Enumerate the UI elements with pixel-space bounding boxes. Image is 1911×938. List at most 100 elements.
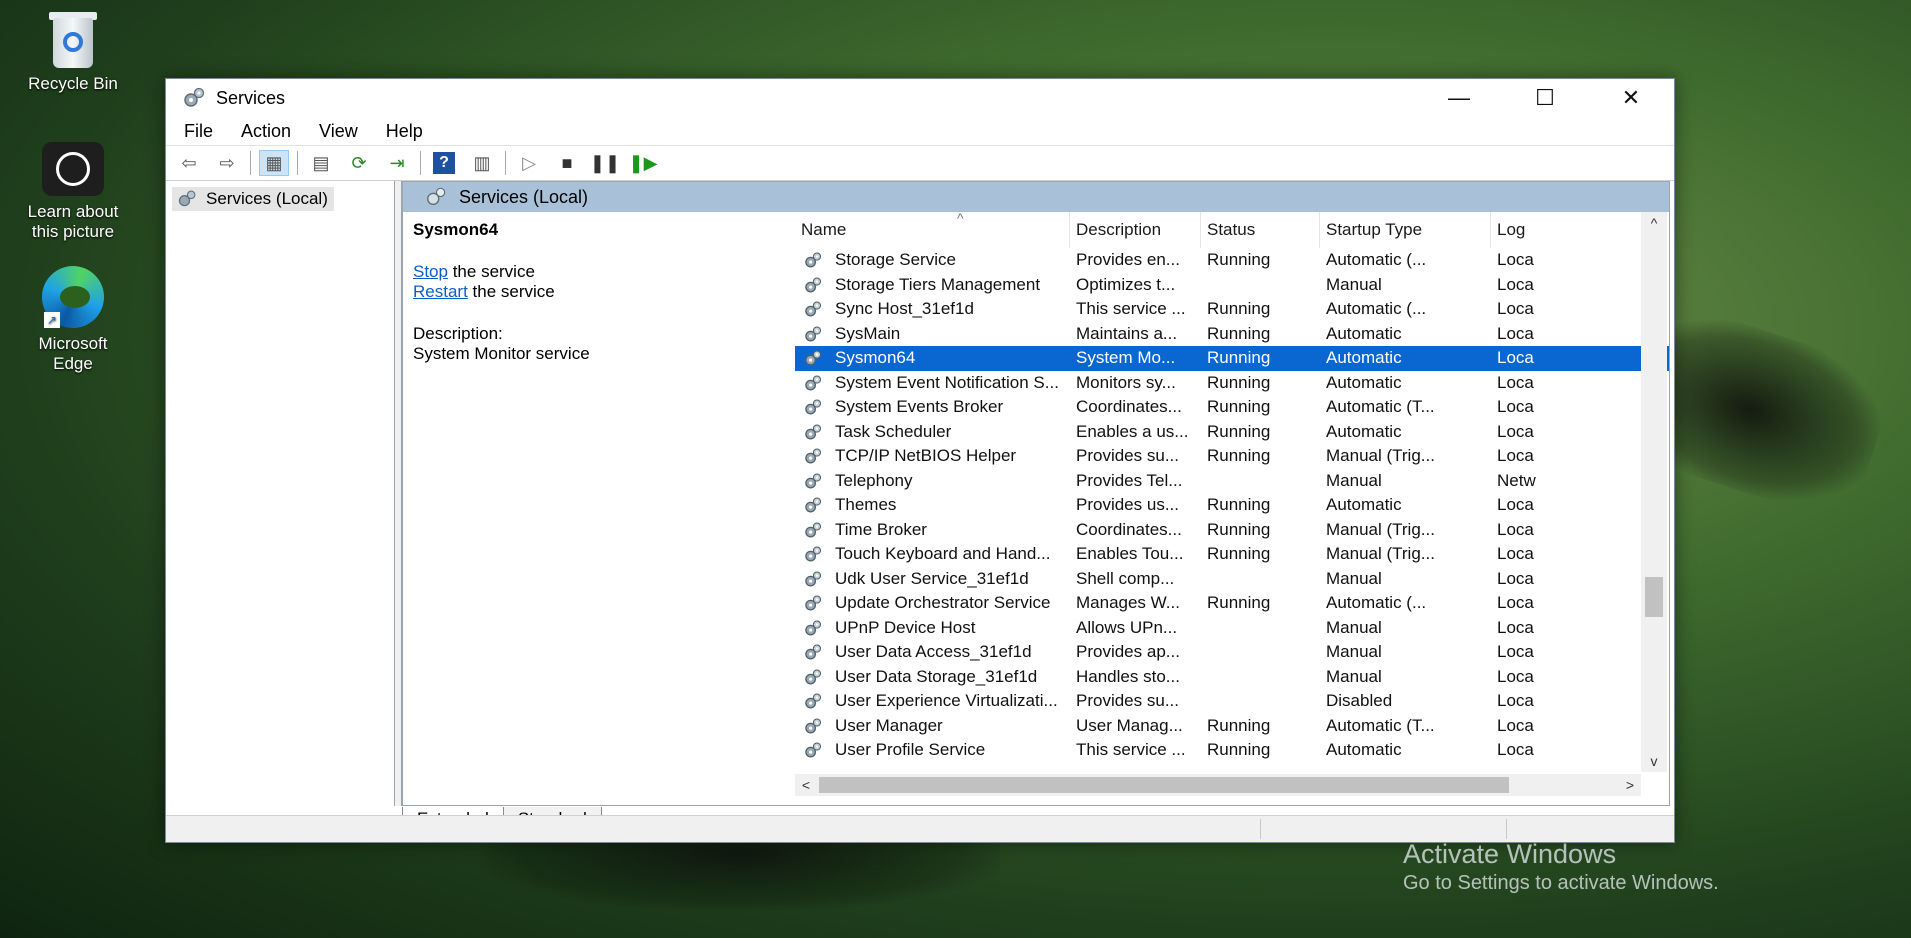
table-row[interactable]: TCP/IP NetBIOS Helper Provides su... Runni…: [795, 444, 1669, 469]
menu-help[interactable]: Help: [386, 121, 423, 142]
refresh-icon[interactable]: ⟳: [344, 150, 374, 176]
close-button[interactable]: ✕: [1588, 79, 1674, 117]
start-service-icon[interactable]: ▷: [514, 150, 544, 176]
cell-log-on-as: Loca: [1497, 250, 1534, 269]
restart-service-link[interactable]: Restart: [413, 282, 468, 301]
table-row[interactable]: System Events Broker Coordinates... Runnin…: [795, 395, 1669, 420]
cell-startup-type: Manual (Trig...: [1326, 544, 1435, 563]
table-row[interactable]: Update Orchestrator Service Manages W... R…: [795, 591, 1669, 616]
scroll-up-icon[interactable]: ^: [1641, 212, 1667, 234]
menu-view[interactable]: View: [319, 121, 358, 142]
cell-status: Running: [1207, 593, 1271, 612]
table-row[interactable]: Telephony Provides Tel... Manual Netw: [795, 469, 1669, 494]
help-icon[interactable]: ?: [429, 150, 459, 176]
cell-startup-type: Automatic: [1326, 495, 1402, 514]
cell-name: Task Scheduler: [835, 421, 952, 441]
horizontal-scrollbar[interactable]: < >: [795, 774, 1641, 796]
cell-status: Running: [1207, 446, 1271, 465]
table-row[interactable]: User Data Access_31ef1d Provides ap... Man…: [795, 640, 1669, 665]
properties-icon[interactable]: ▤: [306, 150, 336, 176]
table-row[interactable]: Time Broker Coordinates... Running Manual (…: [795, 518, 1669, 543]
cell-name: Storage Service: [835, 250, 956, 269]
cell-startup-type: Manual: [1326, 470, 1382, 490]
column-header-log-on-as[interactable]: Log: [1491, 212, 1551, 248]
column-header-label: Name: [801, 220, 847, 239]
scroll-left-icon[interactable]: <: [795, 774, 817, 796]
pane-splitter[interactable]: [395, 181, 402, 806]
column-header-description[interactable]: Description: [1070, 212, 1201, 248]
cell-log-on-as: Loca: [1497, 642, 1534, 661]
desktop-icon-edge[interactable]: ↗ Microsoft Edge: [8, 266, 138, 374]
table-row[interactable]: SysMain Maintains a... Running Automatic Loc…: [795, 322, 1669, 347]
stop-service-icon[interactable]: ■: [552, 150, 582, 176]
table-row[interactable]: Touch Keyboard and Hand... Enables Tou...…: [795, 542, 1669, 567]
cell-name: Sysmon64: [835, 348, 916, 367]
cell-startup-type: Automatic: [1326, 740, 1402, 759]
cell-description: Enables Tou...: [1076, 544, 1184, 563]
cell-startup-type: Manual: [1326, 617, 1382, 637]
cell-status: [1201, 273, 1320, 298]
table-row[interactable]: Task Scheduler Enables a us... Running Auto…: [795, 420, 1669, 445]
menu-file[interactable]: File: [184, 121, 213, 142]
table-row[interactable]: User Manager User Manag... Running Automati…: [795, 714, 1669, 739]
cell-startup-type: Automatic (...: [1326, 299, 1427, 318]
table-row[interactable]: Storage Tiers Management Optimizes t... Ma…: [795, 273, 1669, 298]
scroll-right-icon[interactable]: >: [1619, 774, 1641, 796]
table-row[interactable]: User Experience Virtualizati... Provides …: [795, 689, 1669, 714]
cell-status: [1201, 689, 1320, 714]
activate-title: Activate Windows: [1403, 839, 1617, 869]
column-header-status[interactable]: Status: [1201, 212, 1320, 248]
description-label: Description:: [413, 324, 503, 343]
cell-startup-type: Automatic (T...: [1326, 397, 1435, 416]
cell-log-on-as: Loca: [1497, 274, 1534, 294]
desktop-icon-label: Recycle Bin: [28, 74, 118, 93]
export-list-icon[interactable]: ⇥: [382, 150, 412, 176]
show-hide-console-tree-icon[interactable]: ▦: [259, 150, 289, 176]
cell-name: User Experience Virtualizati...: [835, 691, 1058, 710]
service-gear-icon: [805, 374, 822, 390]
desktop-icon-learn-about-picture[interactable]: Learn about this picture: [8, 142, 138, 242]
table-row[interactable]: Udk User Service_31ef1d Shell comp... Manu…: [795, 567, 1669, 592]
desktop-icon-label: Microsoft Edge: [38, 334, 108, 373]
restart-service-icon[interactable]: ❚▶: [628, 150, 658, 176]
stop-service-link[interactable]: Stop: [413, 262, 448, 281]
table-row[interactable]: Sync Host_31ef1d This service ... Running A…: [795, 297, 1669, 322]
table-row[interactable]: Themes Provides us... Running Automatic Loca: [795, 493, 1669, 518]
table-row[interactable]: UPnP Device Host Allows UPn... Manual Loca: [795, 616, 1669, 641]
cell-startup-type: Automatic: [1326, 421, 1402, 441]
vertical-scrollbar[interactable]: ^ v: [1641, 212, 1667, 772]
back-arrow-icon[interactable]: ⇦: [174, 150, 204, 176]
horizontal-scroll-thumb[interactable]: [819, 777, 1509, 793]
cell-name: User Data Access_31ef1d: [835, 642, 1032, 661]
table-row[interactable]: System Event Notification S... Monitors s…: [795, 371, 1669, 396]
menu-action[interactable]: Action: [241, 121, 291, 142]
cell-description: Allows UPn...: [1076, 617, 1178, 637]
table-row[interactable]: User Data Storage_31ef1d Handles sto... Ma…: [795, 665, 1669, 690]
activate-windows-watermark: Activate Windows Go to Settings to activ…: [1403, 838, 1719, 896]
forward-arrow-icon[interactable]: ⇨: [212, 150, 242, 176]
service-gear-icon: [805, 399, 822, 415]
services-window: Services — ☐ ✕ File Action View Help ⇦ ⇨…: [165, 78, 1675, 843]
desktop-icon-recycle-bin[interactable]: Recycle Bin: [8, 10, 138, 94]
minimize-button[interactable]: —: [1416, 79, 1502, 117]
vertical-scroll-thumb[interactable]: [1645, 577, 1663, 617]
shortcut-arrow-icon: ↗: [44, 312, 60, 328]
cell-status: [1201, 567, 1320, 592]
cell-status: Running: [1207, 397, 1271, 416]
table-row[interactable]: User Profile Service This service ... Runn…: [795, 738, 1669, 763]
title-bar[interactable]: Services — ☐ ✕: [166, 79, 1674, 117]
tree-item-services-local[interactable]: Services (Local): [172, 187, 334, 211]
scroll-down-icon[interactable]: v: [1641, 750, 1667, 772]
table-row[interactable]: Sysmon64 System Mo... Running Automatic Loca: [795, 346, 1669, 371]
activate-subtitle: Go to Settings to activate Windows.: [1403, 872, 1719, 894]
action-pane-icon[interactable]: ▥: [467, 150, 497, 176]
service-gear-icon: [805, 301, 822, 317]
pause-service-icon[interactable]: ❚❚: [590, 150, 620, 176]
table-row[interactable]: Storage Service Provides en... Running Auto…: [795, 248, 1669, 273]
column-header-name[interactable]: Name ^: [795, 212, 1070, 248]
service-gear-icon: [805, 595, 822, 611]
sort-ascending-icon: ^: [957, 212, 964, 226]
column-header-startup-type[interactable]: Startup Type: [1320, 212, 1491, 248]
maximize-button[interactable]: ☐: [1502, 79, 1588, 117]
cell-status: Running: [1207, 740, 1271, 759]
